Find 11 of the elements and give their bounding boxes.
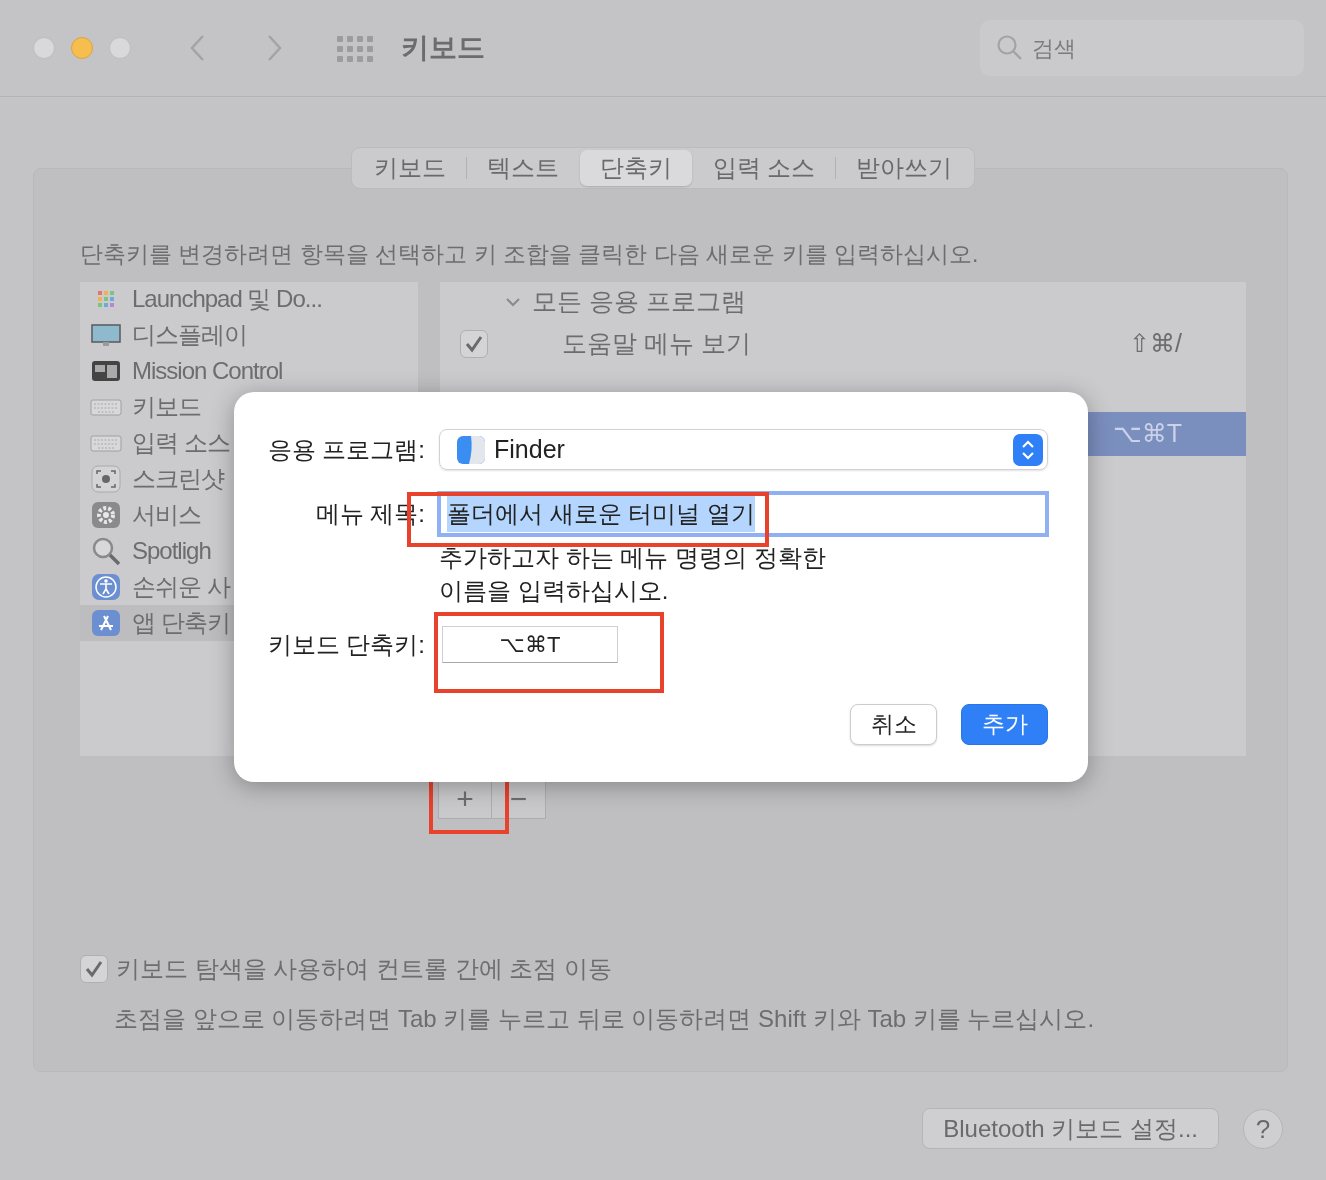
window-title: 키보드 [401,31,485,65]
field-label: 응용 프로그램: [266,434,425,465]
group-label: 모든 응용 프로그램 [532,286,746,318]
shortcut-keys: ⇧⌘/ [1129,325,1182,363]
hint-text: 추가하고자 하는 메뉴 명령의 정확한 이름을 입력하십시오. [439,543,827,606]
field-label: 키보드 단축키: [266,629,425,660]
checkbox-label: 키보드 탐색을 사용하여 컨트롤 간에 초점 이동 [116,954,612,984]
description-text: 초점을 앞으로 이동하려면 Tab 키를 누르고 뒤로 이동하려면 Shift 키와 Tab 키를 누르십시오. [114,1004,1096,1034]
shortcut-name: 도움말 메뉴 보기 [562,328,751,360]
shortcut-keys: ⌥⌘T [1112,415,1182,453]
instruction-text: 단축키를 변경하려면 항목을 선택하고 키 조합을 클릭한 다음 새로운 키를 입력하십시오. [80,240,980,269]
